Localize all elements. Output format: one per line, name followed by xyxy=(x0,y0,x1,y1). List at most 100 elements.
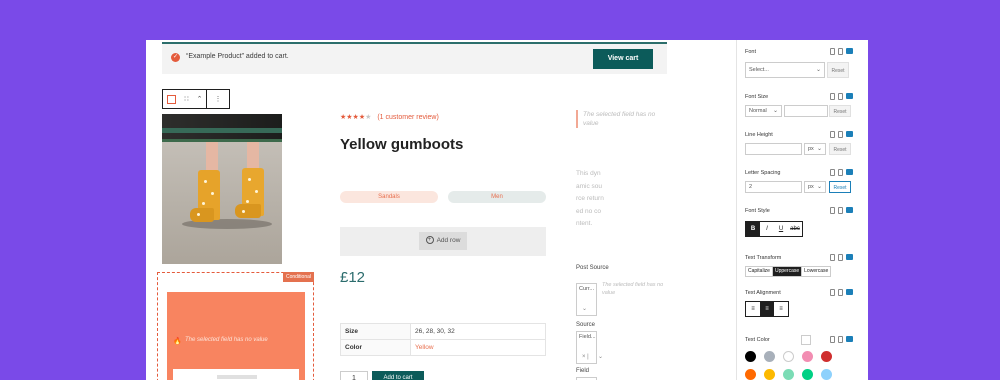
clear-icon[interactable]: × | xyxy=(582,354,589,360)
text-alignment-buttons: ≡ ≡ ≡ xyxy=(745,301,789,317)
align-left-icon[interactable]: ≡ xyxy=(746,302,760,316)
chevron-down-icon[interactable]: ⌄ xyxy=(598,353,603,360)
add-to-cart-button[interactable]: Add to cart xyxy=(372,371,424,380)
font-select[interactable]: Select... ⌄ xyxy=(745,62,825,78)
device-switcher[interactable] xyxy=(830,131,853,138)
font-size-input[interactable] xyxy=(784,105,828,117)
color-swatch[interactable] xyxy=(802,351,813,362)
attribute-value: Yellow xyxy=(410,339,546,356)
product-rating: ★★★★★ (1 customer review) xyxy=(340,113,439,121)
plus-icon: + xyxy=(425,236,434,245)
uppercase-button[interactable]: Uppercase xyxy=(772,267,803,276)
color-swatch[interactable] xyxy=(821,369,832,380)
quantity-input[interactable]: 1 xyxy=(340,371,368,380)
color-swatch[interactable] xyxy=(745,351,756,362)
dynamic-source-text: This dynamic source returned no content. xyxy=(576,170,604,227)
flame-icon: 🔥 xyxy=(173,338,182,345)
star-rating-icon: ★★★★★ xyxy=(340,114,372,121)
font-size-label: Font Size xyxy=(745,94,769,100)
color-swatch[interactable] xyxy=(802,369,813,380)
device-switcher[interactable] xyxy=(830,93,853,100)
add-row-area: + Add row xyxy=(340,227,546,256)
align-center-icon[interactable]: ≡ xyxy=(760,302,774,316)
text-alignment-label: Text Alignment xyxy=(745,290,781,296)
letter-spacing-unit-select[interactable]: px ⌄ xyxy=(804,181,826,193)
line-height-input[interactable] xyxy=(745,143,802,155)
underline-button[interactable]: U xyxy=(774,222,788,236)
desktop-icon xyxy=(846,48,853,54)
conditional-empty-text: The selected field has no value xyxy=(185,337,268,343)
conditional-block[interactable]: Conditional 🔥 The selected field has no … xyxy=(157,272,314,380)
settings-sidebar: Font Select... ⌄ Reset Font Size Normal … xyxy=(736,40,868,380)
bold-button[interactable]: B xyxy=(746,222,760,236)
mobile-icon xyxy=(830,48,835,55)
color-swatch[interactable] xyxy=(745,369,756,380)
editor-canvas: ✓ “Example Product” added to cart. View … xyxy=(146,40,736,380)
source-select[interactable]: Field... × | xyxy=(576,331,597,364)
table-row: Size 26, 28, 30, 32 xyxy=(340,323,546,340)
chevron-down-icon: ⌄ xyxy=(816,184,822,190)
drag-handle-icon[interactable]: ∷ xyxy=(179,90,193,108)
conditional-inner-block xyxy=(173,369,299,380)
block-type-icon[interactable] xyxy=(163,90,179,108)
device-switcher[interactable] xyxy=(830,336,853,343)
attribute-value: 26, 28, 30, 32 xyxy=(410,323,546,340)
attribute-name: Color xyxy=(340,339,411,356)
device-switcher[interactable] xyxy=(830,207,853,214)
source-label: Source xyxy=(576,322,596,328)
capitalize-button[interactable]: Capitalize xyxy=(746,267,773,276)
product-image xyxy=(162,114,282,264)
text-transform-buttons: Capitalize Uppercase Lowercase xyxy=(745,266,832,277)
device-switcher[interactable] xyxy=(830,48,853,55)
chevron-down-icon: ⌄ xyxy=(772,108,778,114)
color-swatch[interactable] xyxy=(783,369,794,380)
notice-message: “Example Product” added to cart. xyxy=(186,53,289,60)
color-swatch[interactable] xyxy=(764,351,775,362)
text-transform-label: Text Transform xyxy=(745,255,782,261)
chevron-down-icon: ⌄ xyxy=(815,67,821,73)
italic-button[interactable]: I xyxy=(760,222,774,236)
color-swatch[interactable] xyxy=(764,369,775,380)
tag-sandals[interactable]: Sandals xyxy=(340,191,438,203)
device-switcher[interactable] xyxy=(830,254,853,261)
table-row: Color Yellow xyxy=(340,339,546,356)
selected-field-note-2: The selected field has no value xyxy=(602,282,664,296)
align-right-icon[interactable]: ≡ xyxy=(774,302,788,316)
strikethrough-button[interactable]: abc xyxy=(788,222,802,236)
attribute-name: Size xyxy=(340,323,411,340)
post-source-select[interactable]: Curr... ⌄ xyxy=(576,283,597,316)
device-switcher[interactable] xyxy=(830,289,853,296)
font-label: Font xyxy=(745,49,757,55)
chevron-down-icon: ⌄ xyxy=(816,146,822,152)
device-switcher[interactable] xyxy=(830,169,853,176)
attributes-table: Size 26, 28, 30, 32 Color Yellow xyxy=(340,323,546,356)
font-reset-button[interactable]: Reset xyxy=(827,62,849,78)
more-options-icon[interactable]: ⋮ xyxy=(207,90,229,108)
chevron-down-icon: ⌄ xyxy=(582,306,588,312)
font-size-select[interactable]: Normal ⌄ xyxy=(745,105,782,117)
selected-field-note: The selected field has no value xyxy=(576,110,671,128)
conditional-content: 🔥 The selected field has no value xyxy=(167,292,305,380)
tag-men[interactable]: Men xyxy=(448,191,546,203)
post-source-label: Post Source xyxy=(576,265,609,271)
color-swatch[interactable] xyxy=(821,351,832,362)
font-style-label: Font Style xyxy=(745,208,770,214)
view-cart-button[interactable]: View cart xyxy=(593,49,653,69)
line-height-reset-button[interactable]: Reset xyxy=(829,143,851,155)
field-label: Field xyxy=(576,368,590,374)
move-arrows-icon[interactable]: ⌃ xyxy=(193,90,207,108)
block-toolbar: ∷ ⌃ ⋮ xyxy=(162,89,230,109)
color-swatch[interactable] xyxy=(783,351,794,362)
check-icon: ✓ xyxy=(171,53,180,62)
editor-frame: ✓ “Example Product” added to cart. View … xyxy=(146,40,868,380)
line-height-unit-select[interactable]: px ⌄ xyxy=(804,143,826,155)
letter-spacing-input[interactable]: 2 xyxy=(745,181,802,193)
current-color-swatch[interactable] xyxy=(801,335,811,345)
letter-spacing-reset-button[interactable]: Reset xyxy=(829,181,851,193)
lowercase-button[interactable]: Lowercase xyxy=(802,267,830,276)
line-height-label: Line Height xyxy=(745,132,773,138)
font-style-buttons: B I U abc xyxy=(745,221,803,237)
review-link[interactable]: (1 customer review) xyxy=(377,114,438,121)
font-size-reset-button[interactable]: Reset xyxy=(829,105,851,117)
add-row-button[interactable]: + Add row xyxy=(419,232,467,250)
